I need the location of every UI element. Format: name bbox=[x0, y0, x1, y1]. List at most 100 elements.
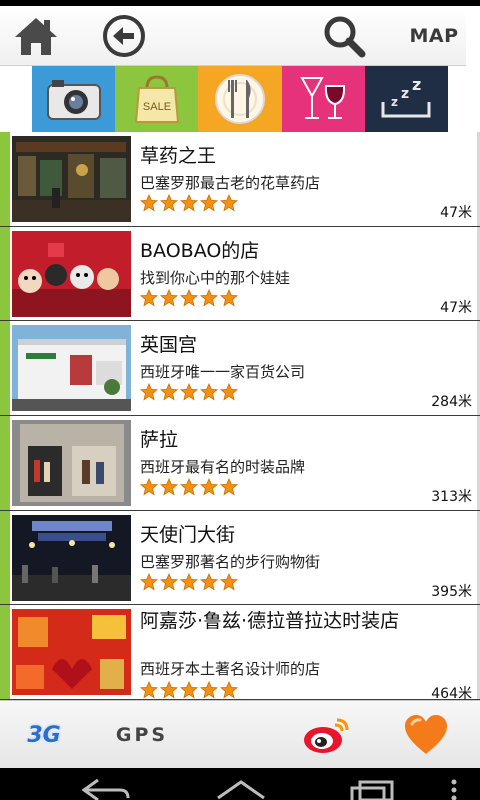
star-icon bbox=[160, 194, 178, 212]
svg-text:z: z bbox=[391, 95, 398, 109]
list-item[interactable]: 草药之王 巴塞罗那最古老的花草药店 47米 bbox=[0, 132, 480, 227]
place-thumbnail bbox=[12, 420, 131, 507]
search-button[interactable] bbox=[316, 6, 372, 66]
rating-stars bbox=[140, 681, 238, 699]
list-item[interactable]: 英国宫 西班牙唯一一家百货公司 284米 bbox=[0, 321, 480, 417]
place-name: 阿嘉莎·鲁兹·德拉普拉达时装店 bbox=[140, 610, 400, 633]
system-nav-bar bbox=[0, 768, 480, 800]
row-accent bbox=[0, 132, 10, 226]
system-recents-icon[interactable] bbox=[348, 778, 396, 800]
place-name: 英国宫 bbox=[140, 334, 198, 357]
place-distance: 395米 bbox=[431, 583, 472, 600]
place-distance: 47米 bbox=[440, 299, 472, 316]
place-name: 天使门大街 bbox=[140, 523, 236, 546]
back-arrow-icon bbox=[103, 15, 145, 57]
star-icon bbox=[180, 478, 198, 496]
place-description: 西班牙最有名的时装品牌 bbox=[140, 458, 306, 477]
place-description: 西班牙唯一一家百货公司 bbox=[140, 363, 306, 382]
list-item[interactable]: BAOBAO的店 找到你心中的那个娃娃 47米 bbox=[0, 226, 480, 322]
rating-stars bbox=[140, 383, 238, 401]
row-accent bbox=[0, 510, 10, 605]
place-thumbnail bbox=[12, 136, 131, 222]
weibo-icon bbox=[304, 718, 349, 753]
home-button[interactable] bbox=[8, 6, 64, 66]
weibo-share-button[interactable] bbox=[296, 701, 356, 769]
system-menu-icon[interactable] bbox=[446, 778, 462, 800]
star-icon bbox=[160, 288, 178, 307]
star-icon bbox=[140, 572, 158, 591]
star-icon bbox=[180, 383, 198, 401]
star-icon bbox=[200, 383, 218, 401]
place-description: 巴塞罗那著名的步行购物街 bbox=[140, 552, 321, 571]
star-icon bbox=[200, 681, 218, 699]
star-icon bbox=[200, 194, 218, 212]
place-distance: 47米 bbox=[440, 205, 472, 221]
toolbar-edge bbox=[466, 6, 480, 66]
place-description: 西班牙本土著名设计师的店 bbox=[140, 660, 321, 679]
heart-icon bbox=[405, 715, 447, 754]
sleep-icon: z z z bbox=[381, 76, 431, 118]
top-toolbar: MAP bbox=[0, 6, 480, 66]
star-icon bbox=[160, 572, 178, 591]
category-shopping[interactable]: SALE bbox=[115, 66, 199, 132]
star-icon bbox=[220, 383, 238, 401]
star-icon bbox=[180, 572, 198, 591]
star-icon bbox=[220, 478, 238, 496]
category-food[interactable] bbox=[198, 66, 282, 132]
place-description: 找到你心中的那个娃娃 bbox=[140, 268, 291, 287]
star-icon bbox=[200, 572, 218, 591]
sale-label: SALE bbox=[143, 101, 171, 113]
place-thumbnail bbox=[12, 230, 131, 317]
list-item[interactable]: 阿嘉莎·鲁兹·德拉普拉达时装店 西班牙本土著名设计师的店 464米 bbox=[0, 605, 480, 700]
system-home-icon[interactable] bbox=[214, 778, 268, 800]
star-icon bbox=[220, 288, 238, 307]
place-thumbnail bbox=[12, 609, 131, 696]
star-icon bbox=[220, 572, 238, 591]
home-icon bbox=[15, 18, 57, 55]
category-bar: SALE z z z bbox=[32, 66, 448, 132]
row-accent bbox=[0, 226, 10, 321]
star-icon bbox=[160, 478, 178, 496]
list-item[interactable]: 天使门大街 巴塞罗那著名的步行购物街 395米 bbox=[0, 510, 480, 606]
row-accent bbox=[0, 321, 10, 416]
star-icon bbox=[160, 681, 178, 699]
shopping-bag-icon: SALE bbox=[134, 75, 179, 123]
place-name: 草药之王 bbox=[140, 145, 217, 167]
favorite-button[interactable] bbox=[396, 701, 456, 769]
gps-button[interactable]: GPS bbox=[106, 701, 178, 769]
system-back-icon[interactable] bbox=[80, 778, 132, 800]
map-button[interactable]: MAP bbox=[396, 6, 472, 66]
star-icon bbox=[220, 194, 238, 212]
place-name: 萨拉 bbox=[140, 429, 179, 452]
place-description: 巴塞罗那最古老的花草药店 bbox=[140, 174, 321, 192]
star-icon bbox=[140, 288, 158, 307]
network-3g-button[interactable]: 3G bbox=[16, 701, 72, 769]
svg-text:z: z bbox=[412, 76, 421, 94]
list-item[interactable]: 萨拉 西班牙最有名的时装品牌 313米 bbox=[0, 416, 480, 511]
rating-stars bbox=[140, 288, 238, 307]
svg-text:z: z bbox=[401, 86, 409, 102]
back-button[interactable] bbox=[96, 6, 152, 66]
place-distance: 313米 bbox=[431, 489, 472, 506]
place-list: 草药之王 巴塞罗那最古老的花草药店 47米 BAOBAO的店 找到你心中的那个娃… bbox=[0, 132, 480, 700]
star-icon bbox=[200, 478, 218, 496]
category-hotel[interactable]: z z z bbox=[364, 66, 448, 132]
rating-stars bbox=[140, 572, 238, 591]
search-icon bbox=[324, 16, 366, 58]
star-icon bbox=[160, 383, 178, 401]
row-accent bbox=[0, 416, 10, 510]
plate-fork-knife-icon bbox=[214, 74, 265, 124]
star-icon bbox=[180, 288, 198, 307]
rating-stars bbox=[140, 478, 238, 496]
star-icon bbox=[140, 478, 158, 496]
star-icon bbox=[180, 194, 198, 212]
star-icon bbox=[140, 681, 158, 699]
category-bar[interactable] bbox=[281, 66, 365, 132]
star-icon bbox=[140, 383, 158, 401]
camera-icon bbox=[46, 80, 101, 120]
category-camera[interactable] bbox=[32, 66, 116, 132]
place-thumbnail bbox=[12, 514, 131, 601]
star-icon bbox=[200, 288, 218, 307]
star-icon bbox=[180, 681, 198, 699]
place-name: BAOBAO的店 bbox=[140, 239, 260, 262]
